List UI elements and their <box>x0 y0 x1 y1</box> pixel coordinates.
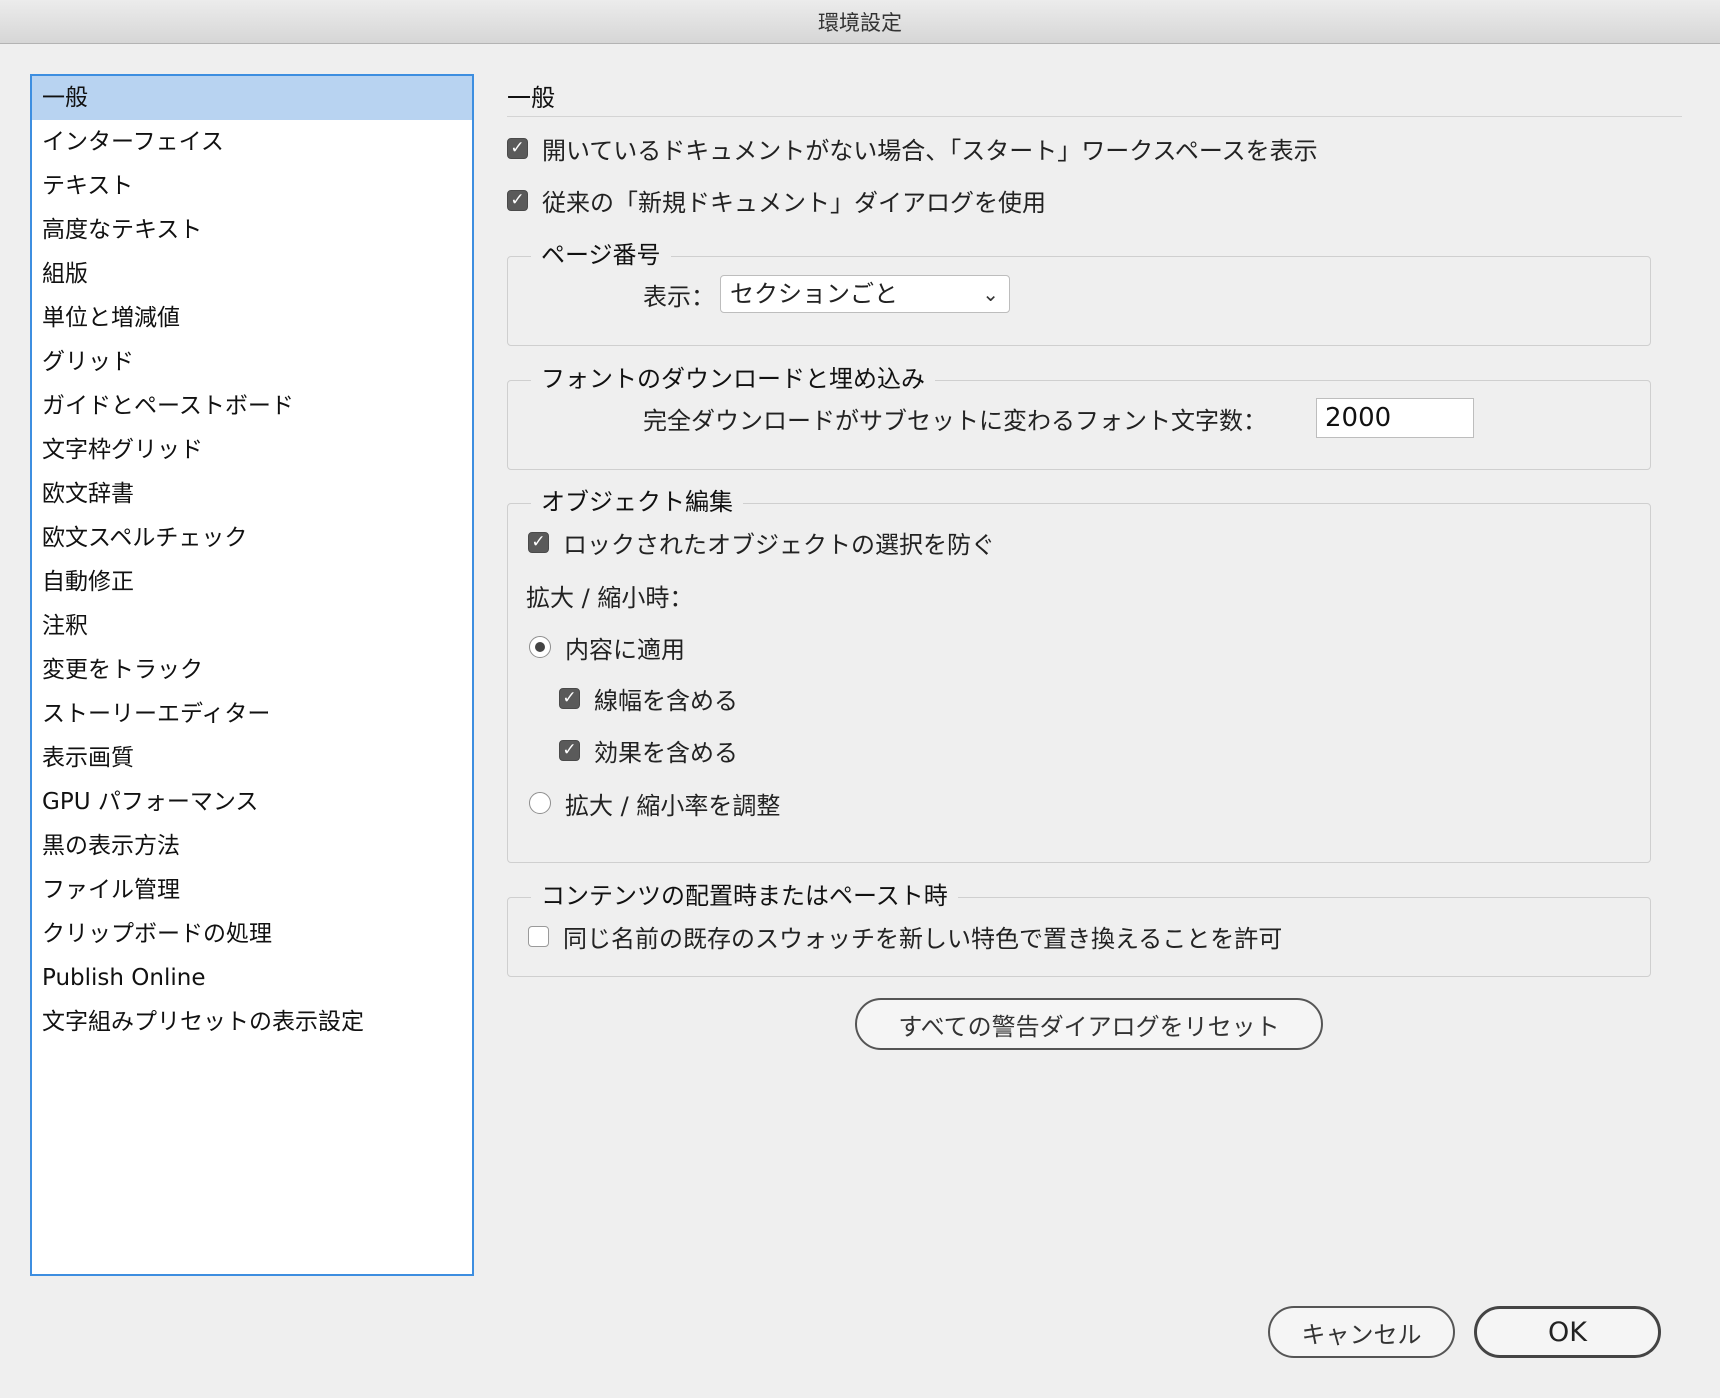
sidebar-item[interactable]: 高度なテキスト <box>32 208 472 252</box>
sidebar-item[interactable]: 表示画質 <box>32 736 472 780</box>
sidebar-item[interactable]: 黒の表示方法 <box>32 824 472 868</box>
scaling-label: 拡大 / 縮小時： <box>526 583 694 612</box>
sidebar-item[interactable]: インターフェイス <box>32 120 472 164</box>
allow-replace-option[interactable]: 同じ名前の既存のスウォッチを新しい特色で置き換えることを許可 <box>528 919 1282 953</box>
reset-warnings-button[interactable]: すべての警告ダイアログをリセット <box>855 998 1323 1050</box>
font-threshold-input[interactable]: 2000 <box>1316 398 1474 438</box>
sidebar-item[interactable]: 一般 <box>32 76 472 120</box>
allow-replace-checkbox[interactable] <box>528 925 549 947</box>
page-numbering-view-label: 表示： <box>643 282 715 311</box>
include-stroke-label: 線幅を含める <box>594 686 738 715</box>
start-workspace-label: 開いているドキュメントがない場合、「スタート」ワークスペースを表示 <box>542 136 1318 165</box>
apply-to-content-radio[interactable] <box>529 636 551 658</box>
page-numbering-view-value: セクションごと <box>730 280 898 308</box>
sidebar-item[interactable]: 組版 <box>32 252 472 296</box>
allow-replace-label: 同じ名前の既存のスウォッチを新しい特色で置き換えることを許可 <box>563 924 1283 953</box>
sidebar-item[interactable]: 自動修正 <box>32 560 472 604</box>
sidebar-item[interactable]: 変更をトラック <box>32 648 472 692</box>
legacy-new-doc-option[interactable]: ✓ 従来の「新規ドキュメント」ダイアログを使用 <box>507 183 1046 217</box>
start-workspace-option[interactable]: ✓ 開いているドキュメントがない場合、「スタート」ワークスペースを表示 <box>507 131 1318 165</box>
chevron-down-icon: ⌄ <box>982 282 999 306</box>
page-numbering-view-select[interactable]: セクションごと ⌄ <box>720 275 1010 313</box>
include-stroke-option[interactable]: ✓ 線幅を含める <box>559 681 738 715</box>
sidebar-item[interactable]: 文字組みプリセットの表示設定 <box>32 1000 472 1044</box>
sidebar-item[interactable]: 文字枠グリッド <box>32 428 472 472</box>
include-effects-option[interactable]: ✓ 効果を含める <box>559 733 738 767</box>
sidebar-item[interactable]: ストーリーエディター <box>32 692 472 736</box>
ok-button[interactable]: OK <box>1474 1306 1661 1358</box>
adjust-scaling-option[interactable]: 拡大 / 縮小率を調整 <box>529 786 780 820</box>
sidebar-item[interactable]: グリッド <box>32 340 472 384</box>
paste-legend: コンテンツの配置時またはペースト時 <box>531 876 958 911</box>
include-effects-checkbox[interactable]: ✓ <box>559 739 580 761</box>
category-list[interactable]: 一般 インターフェイス テキスト 高度なテキスト 組版 単位と増減値 グリッド ガイドとペース… <box>30 74 474 1276</box>
prevent-locked-option[interactable]: ✓ ロックされたオブジェクトの選択を防ぐ <box>528 525 995 559</box>
adjust-scaling-radio[interactable] <box>529 792 551 814</box>
adjust-scaling-label: 拡大 / 縮小率を調整 <box>565 791 781 820</box>
sidebar-item[interactable]: テキスト <box>32 164 472 208</box>
legacy-new-doc-label: 従来の「新規ドキュメント」ダイアログを使用 <box>542 188 1046 217</box>
page-title: 一般 <box>507 84 555 112</box>
sidebar-item[interactable]: GPU パフォーマンス <box>32 780 472 824</box>
include-effects-label: 効果を含める <box>594 738 738 767</box>
sidebar-item[interactable]: 注釈 <box>32 604 472 648</box>
start-workspace-checkbox[interactable]: ✓ <box>507 137 528 159</box>
include-stroke-checkbox[interactable]: ✓ <box>559 687 580 709</box>
legacy-new-doc-checkbox[interactable]: ✓ <box>507 189 528 211</box>
prevent-locked-checkbox[interactable]: ✓ <box>528 531 549 553</box>
sidebar-item[interactable]: Publish Online <box>32 956 472 1000</box>
title-divider <box>507 116 1682 117</box>
sidebar-item[interactable]: ガイドとペーストボード <box>32 384 472 428</box>
prevent-locked-label: ロックされたオブジェクトの選択を防ぐ <box>563 530 995 559</box>
page-numbering-legend: ページ番号 <box>531 235 671 270</box>
apply-to-content-option[interactable]: 内容に適用 <box>529 630 685 664</box>
font-threshold-label: 完全ダウンロードがサブセットに変わるフォント文字数： <box>643 406 1267 435</box>
sidebar-item[interactable]: 欧文辞書 <box>32 472 472 516</box>
apply-to-content-label: 内容に適用 <box>565 635 685 664</box>
window-title: 環境設定 <box>0 0 1720 44</box>
sidebar-item[interactable]: ファイル管理 <box>32 868 472 912</box>
font-download-legend: フォントのダウンロードと埋め込み <box>531 359 935 394</box>
object-editing-legend: オブジェクト編集 <box>531 482 743 517</box>
preferences-dialog: 環境設定 一般 インターフェイス テキスト 高度なテキスト 組版 単位と増減値 グリッド ガイ… <box>0 0 1720 1398</box>
sidebar-item[interactable]: クリップボードの処理 <box>32 912 472 956</box>
sidebar-item[interactable]: 単位と増減値 <box>32 296 472 340</box>
sidebar-item[interactable]: 欧文スペルチェック <box>32 516 472 560</box>
cancel-button[interactable]: キャンセル <box>1268 1306 1455 1358</box>
